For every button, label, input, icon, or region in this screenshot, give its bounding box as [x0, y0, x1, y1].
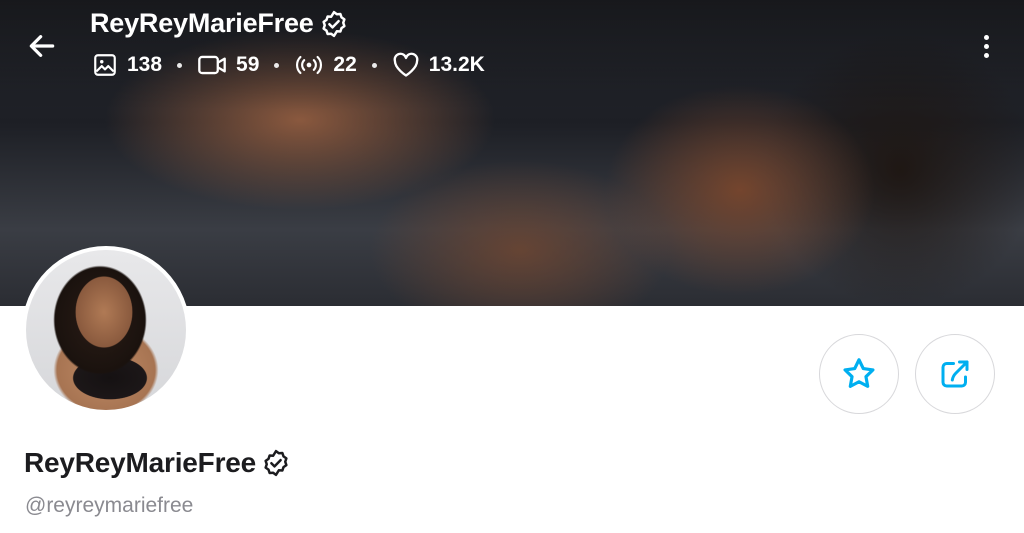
share-icon	[941, 360, 969, 388]
stat-photos-count: 138	[127, 53, 163, 76]
broadcast-icon	[296, 55, 323, 75]
stat-photos[interactable]: 138	[92, 52, 162, 78]
header-title-text: ReyReyMarieFree	[90, 8, 314, 38]
image-icon	[94, 54, 116, 76]
profile-username: @reyreymariefree	[25, 494, 194, 517]
stat-streams[interactable]: 22	[294, 52, 357, 78]
separator-dot	[371, 62, 377, 68]
share-button[interactable]	[915, 334, 995, 414]
avatar[interactable]	[22, 246, 190, 414]
avatar-image	[26, 250, 186, 410]
separator-dot	[274, 62, 280, 68]
stat-streams-count: 22	[333, 53, 357, 76]
profile-stats: 138 59 22 13.2K	[92, 52, 485, 78]
display-name-text: ReyReyMarieFree	[24, 447, 257, 478]
profile-display-name: ReyReyMarieFree	[24, 447, 291, 479]
verified-badge-icon	[319, 9, 349, 39]
add-to-favorites-button[interactable]	[819, 334, 899, 414]
verified-badge-icon	[261, 448, 291, 478]
separator-dot	[177, 62, 183, 68]
stat-likes-count: 13.2K	[428, 53, 485, 76]
heart-icon	[393, 52, 419, 77]
header-title: ReyReyMarieFree	[90, 8, 349, 39]
more-options-button[interactable]	[974, 28, 998, 64]
back-button[interactable]	[22, 26, 62, 66]
stat-videos-count: 59	[236, 53, 260, 76]
star-icon	[843, 358, 875, 388]
stat-videos[interactable]: 59	[197, 52, 259, 78]
more-vertical-icon	[983, 34, 989, 40]
video-icon	[198, 55, 226, 75]
top-bar: ReyReyMarieFree 138 59 22 13.2K	[0, 0, 1024, 100]
stat-likes[interactable]: 13.2K	[392, 52, 485, 78]
arrow-left-icon	[29, 35, 55, 57]
